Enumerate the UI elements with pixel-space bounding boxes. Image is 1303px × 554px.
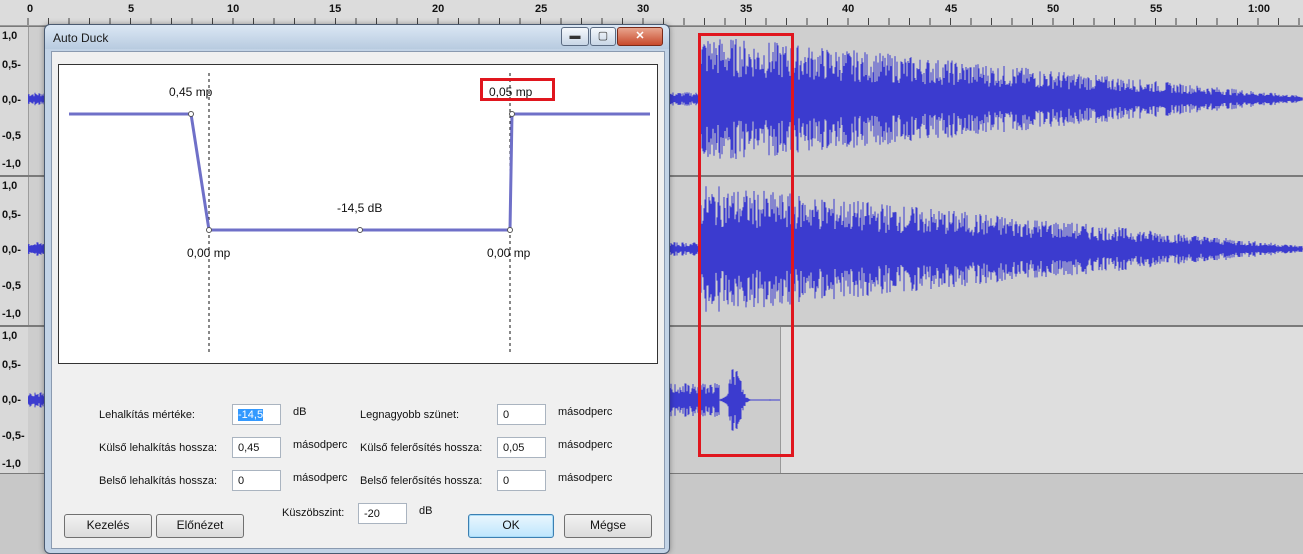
duck-amount-value: -14,5 xyxy=(238,409,264,421)
scale-label: -1,0 xyxy=(2,158,21,170)
scale-label: 0,0- xyxy=(2,394,21,406)
max-pause-input[interactable]: 0 xyxy=(497,404,546,425)
duck-amount-unit: dB xyxy=(293,406,307,418)
scale-label: -1,0 xyxy=(2,458,21,470)
preview-button[interactable]: Előnézet xyxy=(156,514,244,538)
tick-label: 20 xyxy=(432,3,445,15)
threshold-field-label: Küszöbszint: xyxy=(282,507,345,519)
vertical-scale: 1,0 0,5- 0,0- -0,5 -1,0 xyxy=(0,177,29,325)
scale-label: 0,0- xyxy=(2,244,21,256)
scale-label: 1,0 xyxy=(2,330,18,342)
inner-fade-down-field-label: Belső lehalkítás hossza: xyxy=(99,475,218,487)
scale-label: 0,0- xyxy=(2,94,21,106)
duck-amount-handle[interactable] xyxy=(357,227,363,233)
dialog-title: Auto Duck xyxy=(53,31,109,45)
duck-amount-label: -14,5 dB xyxy=(337,201,383,215)
tick-label: 15 xyxy=(329,3,342,15)
cancel-button[interactable]: Mégse xyxy=(564,514,652,538)
inner-fade-up-label: 0,00 mp xyxy=(487,246,531,260)
manage-button[interactable]: Kezelés xyxy=(64,514,152,538)
tick-label: 30 xyxy=(637,3,650,15)
outer-fade-up-handle[interactable] xyxy=(509,111,515,117)
inner-fade-down-input[interactable]: 0 xyxy=(232,470,281,491)
outer-fade-down-handle[interactable] xyxy=(188,111,194,117)
tick-label: 0 xyxy=(27,3,34,15)
threshold-unit: dB xyxy=(419,505,433,517)
highlight-annotation xyxy=(698,33,794,457)
inner-fade-up-unit: másodperc xyxy=(558,472,613,484)
tick-label: 10 xyxy=(227,3,240,15)
threshold-input[interactable]: -20 xyxy=(358,503,407,524)
tick-label: 45 xyxy=(945,3,958,15)
duck-amount-input[interactable]: -14,5 xyxy=(232,404,281,425)
max-pause-label: Legnagyobb szünet: xyxy=(360,409,460,421)
vertical-scale: 1,0 0,5- 0,0- -0,5 -1,0 xyxy=(0,27,29,175)
outer-fade-up-input[interactable]: 0,05 xyxy=(497,437,546,458)
inner-fade-down-handle[interactable] xyxy=(206,227,212,233)
vertical-scale: 1,0 0,5- 0,0- -0,5- -1,0 xyxy=(0,327,29,473)
tick-label: 1:00 xyxy=(1248,3,1271,15)
tick-label: 50 xyxy=(1047,3,1060,15)
scale-label: 1,0 xyxy=(2,180,18,192)
scale-label: -0,5 xyxy=(2,280,21,292)
scale-label: 0,5- xyxy=(2,359,21,371)
scale-label: -0,5- xyxy=(2,430,25,442)
inner-fade-up-field-label: Belső felerősítés hossza: xyxy=(360,475,483,487)
duck-amount-field-label: Lehalkítás mértéke: xyxy=(99,409,195,421)
outer-fade-down-field-label: Külső lehalkítás hossza: xyxy=(99,442,218,454)
inner-fade-down-unit: másodperc xyxy=(293,472,348,484)
dialog-titlebar[interactable]: Auto Duck ▬ ▢ ✕ xyxy=(45,25,669,49)
maximize-icon[interactable]: ▢ xyxy=(590,27,616,46)
tick-label: 55 xyxy=(1150,3,1163,15)
outer-fade-down-label: 0,45 mp xyxy=(169,85,213,99)
minimize-icon[interactable]: ▬ xyxy=(561,27,589,46)
inner-fade-down-label: 0,00 mp xyxy=(187,246,231,260)
auto-duck-dialog: Auto Duck ▬ ▢ ✕ 0,45 mp 0,05 mp -14,5 dB… xyxy=(44,24,670,554)
max-pause-unit: másodperc xyxy=(558,406,613,418)
outer-fade-up-highlight xyxy=(480,78,555,101)
tick-label: 40 xyxy=(842,3,855,15)
scale-label: -0,5 xyxy=(2,130,21,142)
scale-label: 1,0 xyxy=(2,30,18,42)
scale-label: 0,5- xyxy=(2,59,21,71)
duck-envelope-graph[interactable]: 0,45 mp 0,05 mp -14,5 dB 0,00 mp 0,00 mp xyxy=(58,64,658,364)
inner-fade-up-handle[interactable] xyxy=(507,227,513,233)
ok-button[interactable]: OK xyxy=(468,514,554,538)
ruler-ticks xyxy=(27,18,1300,25)
tick-label: 25 xyxy=(535,3,548,15)
outer-fade-up-field-label: Külső felerősítés hossza: xyxy=(360,442,483,454)
dialog-client-area: 0,45 mp 0,05 mp -14,5 dB 0,00 mp 0,00 mp… xyxy=(51,51,665,549)
outer-fade-up-unit: másodperc xyxy=(558,439,613,451)
tick-label: 35 xyxy=(740,3,753,15)
inner-fade-up-input[interactable]: 0 xyxy=(497,470,546,491)
timeline-ruler[interactable]: 0 5 10 15 20 25 30 35 40 45 50 55 1:00 xyxy=(0,0,1303,26)
scale-label: 0,5- xyxy=(2,209,21,221)
scale-label: -1,0 xyxy=(2,308,21,320)
outer-fade-down-unit: másodperc xyxy=(293,439,348,451)
outer-fade-down-input[interactable]: 0,45 xyxy=(232,437,281,458)
close-icon[interactable]: ✕ xyxy=(617,27,663,46)
tick-label: 5 xyxy=(128,3,135,15)
